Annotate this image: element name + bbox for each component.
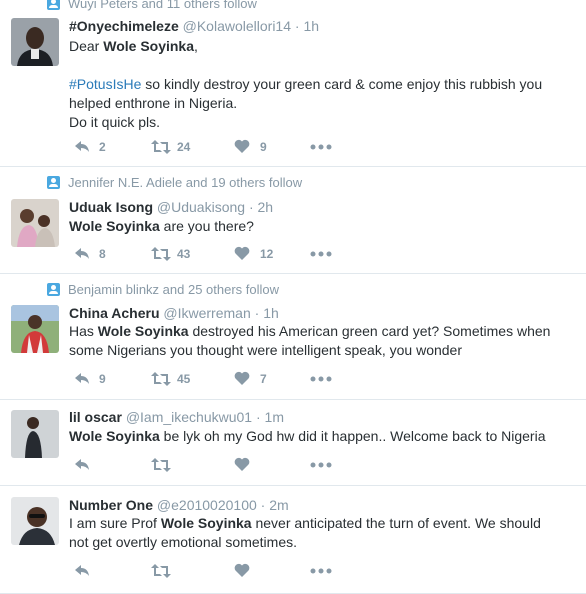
display-name[interactable]: Uduak Isong: [69, 199, 153, 215]
follow-context-icon: [47, 176, 60, 189]
mention-bold: Wole Soyinka: [69, 218, 160, 234]
tweet-header: lil oscar @Iam_ikechukwu01 · 1m: [69, 408, 284, 426]
tweet-text: Has Wole Soyinka destroyed his American …: [69, 323, 551, 358]
more-icon: [310, 462, 332, 468]
retweet-icon: [151, 247, 171, 261]
mention-bold: Wole Soyinka: [103, 38, 195, 54]
avatar[interactable]: [11, 199, 59, 247]
tweet-header: Number One @e2010020100 · 2m: [69, 496, 289, 514]
tweet-header: Uduak Isong @Uduakisong · 2h: [69, 198, 273, 216]
handle[interactable]: @e2010020100: [157, 497, 257, 513]
more-icon: [310, 144, 332, 150]
follow-context: Wuyi Peters and 11 others follow: [47, 0, 257, 12]
mention-bold: Wole Soyinka: [160, 515, 252, 531]
follow-context: Jennifer N.E. Adiele and 19 others follo…: [47, 175, 302, 191]
reply-icon: [75, 459, 89, 470]
tweet-item[interactable]: Number One @e2010020100 · 2m I am sure P…: [0, 486, 586, 594]
more-icon: [310, 251, 332, 257]
more-icon: [310, 376, 332, 382]
tweet-header: China Acheru @Ikwerreman · 1h: [69, 304, 279, 322]
timeline: Wuyi Peters and 11 others follow #Onyech…: [0, 0, 586, 594]
reply-icon: [75, 373, 89, 384]
tweet-item[interactable]: Wuyi Peters and 11 others follow #Onyech…: [0, 0, 586, 167]
timestamp[interactable]: 1h: [263, 305, 279, 321]
follow-context-icon: [47, 283, 60, 296]
display-name[interactable]: lil oscar: [69, 409, 122, 425]
tweet-text: I am sure Prof Wole Soyinka never antici…: [69, 515, 541, 550]
separator: ·: [254, 305, 260, 321]
tweet-header: #Onyechimeleze @Kolawolellori14 · 1h: [69, 17, 319, 35]
handle[interactable]: @Iam_ikechukwu01: [126, 409, 252, 425]
follow-context: Benjamin blinkz and 25 others follow: [47, 282, 279, 298]
timestamp[interactable]: 1m: [265, 409, 284, 425]
heart-icon: [234, 457, 250, 471]
retweet-icon: [151, 140, 171, 154]
retweet-icon: [151, 564, 171, 578]
display-name[interactable]: #Onyechimeleze: [69, 18, 179, 34]
tweet-text: Dear Wole Soyinka, #PotusIsHe so kindly …: [69, 38, 543, 130]
separator: ·: [248, 199, 254, 215]
tweet-item[interactable]: Jennifer N.E. Adiele and 19 others follo…: [0, 167, 586, 274]
reply-icon: [75, 141, 89, 152]
display-name[interactable]: China Acheru: [69, 305, 160, 321]
hashtag-link[interactable]: #PotusIsHe: [69, 76, 141, 92]
heart-icon: [234, 563, 250, 577]
reply-icon: [75, 565, 89, 576]
tweet-text: Wole Soyinka be lyk oh my God hw did it …: [69, 428, 546, 444]
retweet-icon: [151, 458, 171, 472]
heart-icon: [234, 139, 250, 153]
mention-bold: Wole Soyinka: [97, 323, 189, 339]
avatar[interactable]: [11, 18, 59, 66]
retweet-icon: [151, 372, 171, 386]
avatar[interactable]: [11, 410, 59, 458]
follow-context-icon: [47, 0, 60, 10]
handle[interactable]: @Ikwerreman: [163, 305, 250, 321]
timestamp[interactable]: 1h: [303, 18, 319, 34]
mention-bold: Wole Soyinka: [69, 428, 160, 444]
tweet-text: Wole Soyinka are you there?: [69, 218, 254, 234]
avatar[interactable]: [11, 497, 59, 545]
separator: ·: [255, 409, 261, 425]
separator: ·: [294, 18, 300, 34]
avatar[interactable]: [11, 305, 59, 353]
separator: ·: [260, 497, 266, 513]
handle[interactable]: @Uduakisong: [157, 199, 245, 215]
timestamp[interactable]: 2h: [258, 199, 274, 215]
reply-icon: [75, 248, 89, 259]
timestamp[interactable]: 2m: [269, 497, 288, 513]
display-name[interactable]: Number One: [69, 497, 153, 513]
more-icon: [310, 568, 332, 574]
heart-icon: [234, 371, 250, 385]
heart-icon: [234, 246, 250, 260]
tweet-item[interactable]: Benjamin blinkz and 25 others follow Chi…: [0, 274, 586, 400]
tweet-item[interactable]: lil oscar @Iam_ikechukwu01 · 1m Wole Soy…: [0, 400, 586, 486]
handle[interactable]: @Kolawolellori14: [183, 18, 291, 34]
